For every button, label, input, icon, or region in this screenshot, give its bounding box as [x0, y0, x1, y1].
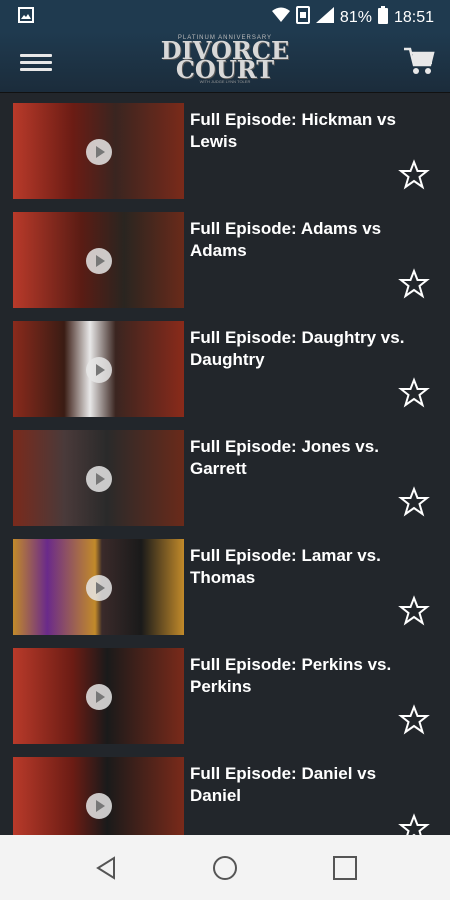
app-bar: PLATINUM ANNIVERSARY DIVORCE COURT WITH … — [0, 32, 450, 93]
episode-thumbnail[interactable] — [13, 539, 184, 635]
episode-list[interactable]: Full Episode: Hickman vs Lewis Full Epis… — [0, 93, 450, 835]
episode-title[interactable]: Full Episode: Hickman vs Lewis — [190, 109, 430, 153]
episode-title[interactable]: Full Episode: Lamar vs. Thomas — [190, 545, 430, 589]
signal-icon — [315, 7, 334, 28]
back-icon[interactable] — [92, 853, 122, 883]
gallery-icon — [18, 7, 34, 28]
wifi-icon — [271, 7, 290, 28]
play-icon[interactable] — [86, 357, 112, 383]
episode-thumbnail[interactable] — [13, 212, 184, 308]
episode-item[interactable]: Full Episode: Lamar vs. Thomas — [0, 529, 450, 638]
star-icon[interactable] — [398, 704, 430, 736]
star-icon[interactable] — [398, 159, 430, 191]
episode-thumbnail[interactable] — [13, 430, 184, 526]
android-nav-bar — [0, 835, 450, 900]
episode-thumbnail[interactable] — [13, 103, 184, 199]
star-icon[interactable] — [398, 595, 430, 627]
clock: 18:51 — [393, 8, 434, 26]
home-icon[interactable] — [210, 853, 240, 883]
play-icon[interactable] — [86, 793, 112, 819]
episode-thumbnail[interactable] — [13, 648, 184, 744]
episode-item[interactable]: Full Episode: Daniel vs Daniel — [0, 747, 450, 835]
play-icon[interactable] — [86, 466, 112, 492]
play-icon[interactable] — [86, 248, 112, 274]
battery-icon — [377, 6, 388, 29]
status-bar: 81% 18:51 — [0, 0, 450, 32]
data-saver-icon — [295, 6, 310, 29]
episode-item[interactable]: Full Episode: Hickman vs Lewis — [0, 93, 450, 202]
episode-title[interactable]: Full Episode: Jones vs. Garrett — [190, 436, 430, 480]
logo-line-2: COURT — [175, 55, 275, 84]
recent-apps-icon[interactable] — [330, 853, 360, 883]
divorce-court-logo: PLATINUM ANNIVERSARY DIVORCE COURT WITH … — [160, 35, 290, 89]
episode-title[interactable]: Full Episode: Perkins vs. Perkins — [190, 654, 430, 698]
star-icon[interactable] — [398, 268, 430, 300]
episode-item[interactable]: Full Episode: Adams vs Adams — [0, 202, 450, 311]
star-icon[interactable] — [398, 486, 430, 518]
episode-item[interactable]: Full Episode: Jones vs. Garrett — [0, 420, 450, 529]
hamburger-menu-icon[interactable] — [20, 50, 52, 74]
episode-thumbnail[interactable] — [13, 757, 184, 835]
battery-percent: 81% — [339, 8, 372, 26]
star-icon[interactable] — [398, 813, 430, 835]
episode-title[interactable]: Full Episode: Daniel vs Daniel — [190, 763, 430, 807]
play-icon[interactable] — [86, 684, 112, 710]
play-icon[interactable] — [86, 139, 112, 165]
episode-item[interactable]: Full Episode: Perkins vs. Perkins — [0, 638, 450, 747]
cart-icon[interactable] — [402, 44, 436, 78]
episode-item[interactable]: Full Episode: Daughtry vs. Daughtry — [0, 311, 450, 420]
episode-title[interactable]: Full Episode: Adams vs Adams — [190, 218, 430, 262]
episode-thumbnail[interactable] — [13, 321, 184, 417]
play-icon[interactable] — [86, 575, 112, 601]
episode-title[interactable]: Full Episode: Daughtry vs. Daughtry — [190, 327, 430, 371]
star-icon[interactable] — [398, 377, 430, 409]
